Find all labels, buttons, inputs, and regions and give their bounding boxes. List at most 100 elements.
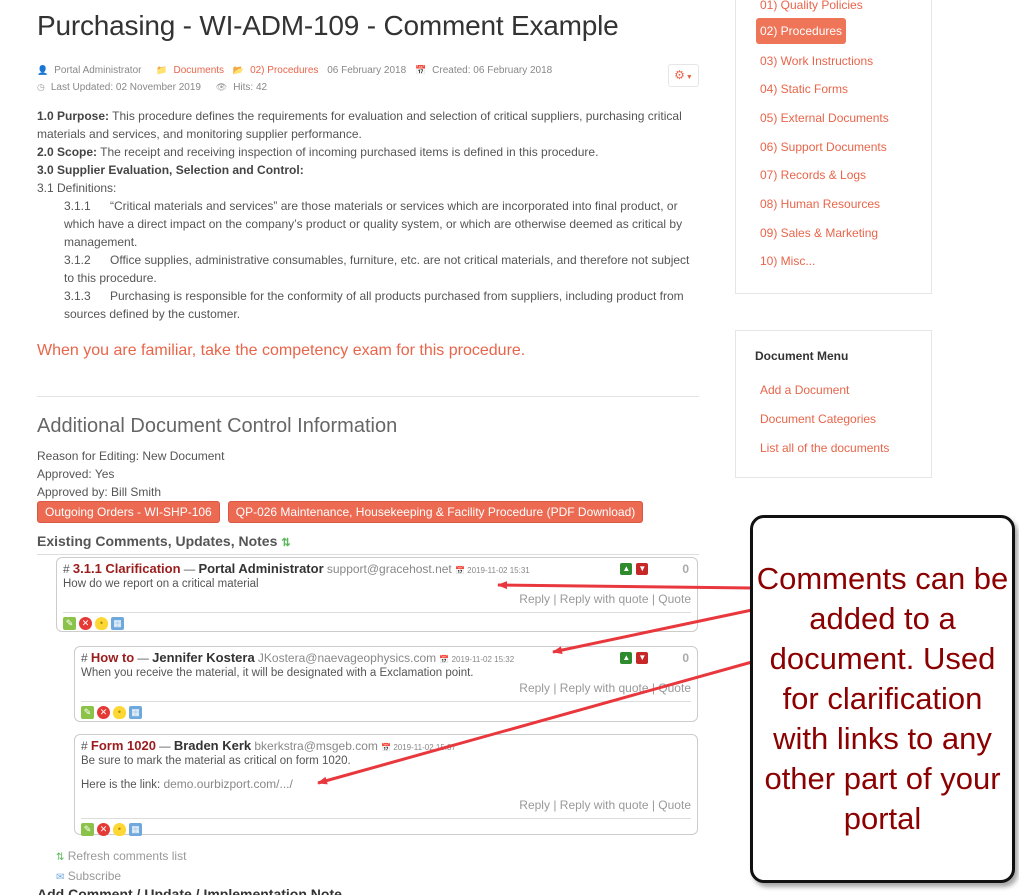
category-meta: 📁 Documents — [156, 65, 224, 76]
category-item[interactable]: 06) Support Documents — [756, 135, 891, 159]
portal-link[interactable]: demo.ourbizport.com/.../ — [163, 777, 292, 791]
refresh-icon[interactable]: ⇅ — [281, 537, 290, 549]
competency-exam-link[interactable]: When you are familiar, take the competen… — [37, 342, 699, 360]
vote-score: 0 — [682, 651, 689, 665]
comment-date: 📅 2019-11-02 15:37 — [381, 743, 456, 752]
comment-item: # Form 1020 — Braden Kerk bkerkstra@msge… — [74, 734, 698, 836]
lightbulb-icon[interactable]: • — [95, 617, 108, 630]
calendar-icon: 📅 — [439, 655, 450, 664]
definition-item: 3.1.2 Office supplies, administrative con… — [64, 253, 690, 285]
comment-tools: ✎ ✕ • ▦ — [81, 701, 691, 722]
comment-email[interactable]: JKostera@naevageophysics.com — [258, 651, 436, 665]
comment-title[interactable]: Form 1020 — [91, 738, 156, 753]
quote-link[interactable]: Quote — [658, 798, 691, 812]
network-icon[interactable]: ▦ — [129, 706, 142, 719]
comment-header: # How to — Jennifer Kostera JKostera@nae… — [81, 650, 515, 666]
category-item[interactable]: 10) Misc... — [756, 249, 819, 273]
category-item[interactable]: 03) Work Instructions — [756, 49, 877, 73]
related-doc-button[interactable]: Outgoing Orders - WI-SHP-106 — [37, 501, 220, 523]
comment-author: Portal Administrator — [198, 561, 324, 576]
related-doc-button[interactable]: QP-026 Maintenance, Housekeeping & Facil… — [227, 501, 644, 523]
thumbs-up-icon[interactable]: ▲ — [620, 563, 633, 575]
article-meta: 👤 Portal Administrator 📁 Documents 📂 02) Pr… — [37, 62, 699, 96]
reply-link[interactable]: Reply — [519, 681, 550, 695]
comment-text: How do we report on a critical material — [63, 578, 259, 590]
article-tools-button[interactable]: ⚙▼ — [668, 64, 699, 87]
reply-with-quote-link[interactable]: Reply with quote — [560, 592, 649, 606]
edit-icon[interactable]: ✎ — [81, 706, 94, 719]
comment-text: Be sure to mark the material as critical… — [81, 755, 351, 767]
vote-controls: ▲ ▼ 0 — [620, 651, 689, 665]
category-link[interactable]: Documents — [173, 65, 224, 76]
reply-with-quote-link[interactable]: Reply with quote — [560, 681, 649, 695]
annotation-callout: Comments can be added to a document. Use… — [750, 515, 1015, 883]
user-icon: 👤 — [37, 65, 49, 75]
gear-icon: ⚙ — [674, 68, 685, 82]
vote-controls: ▲ ▼ 0 — [620, 562, 689, 576]
definitions-heading: 3.1 Definitions: — [37, 181, 117, 195]
thumbs-down-icon[interactable]: ▼ — [636, 652, 649, 664]
thumbs-up-icon[interactable]: ▲ — [620, 652, 633, 664]
comment-tools: ✎ ✕ • ▦ — [63, 612, 691, 633]
list-documents-link[interactable]: List all of the documents — [760, 441, 889, 455]
quote-link[interactable]: Quote — [658, 592, 691, 606]
comment-date: 📅 2019-11-02 15:31 — [454, 566, 530, 575]
category-item[interactable]: 08) Human Resources — [756, 192, 884, 216]
definition-item: 3.1.3 Purchasing is responsible for the c… — [64, 289, 684, 321]
document-categories-link[interactable]: Document Categories — [760, 412, 876, 426]
related-documents: Outgoing Orders - WI-SHP-106 QP-026 Main… — [37, 501, 699, 523]
hits-meta: 👁 Hits: 42 — [215, 82, 268, 93]
network-icon[interactable]: ▦ — [111, 617, 124, 630]
lightbulb-icon[interactable]: • — [113, 706, 126, 719]
delete-icon[interactable]: ✕ — [97, 823, 110, 836]
created-meta: 📅 Created: 06 February 2018 — [414, 65, 553, 76]
comment-header: # Form 1020 — Braden Kerk bkerkstra@msge… — [81, 738, 456, 754]
edit-icon[interactable]: ✎ — [63, 617, 76, 630]
callout-text: Comments can be added to a document. Use… — [756, 561, 1009, 836]
comment-email[interactable]: support@gracehost.net — [327, 562, 452, 576]
document-menu-panel: Document Menu Add a Document Document Ca… — [735, 330, 932, 478]
comment-header: # 3.1.1 Clarification — Portal Administr… — [63, 561, 530, 577]
comment-tools: ✎ ✕ • ▦ — [81, 818, 691, 839]
comment-email[interactable]: bkerkstra@msgeb.com — [254, 739, 378, 753]
subcategory-link[interactable]: 02) Procedures — [250, 65, 318, 76]
category-item[interactable]: 01) Quality Policies — [756, 0, 867, 17]
category-item[interactable]: 05) External Documents — [756, 106, 893, 130]
comment-title[interactable]: 3.1.1 Clarification — [73, 561, 181, 576]
quote-link[interactable]: Quote — [658, 681, 691, 695]
lightbulb-icon[interactable]: • — [113, 823, 126, 836]
comment-text: When you receive the material, it will b… — [81, 667, 474, 679]
delete-icon[interactable]: ✕ — [97, 706, 110, 719]
author-meta: 👤 Portal Administrator — [37, 65, 142, 76]
refresh-comments-link[interactable]: Refresh comments list — [68, 849, 187, 863]
purpose-paragraph: 1.0 Purpose: This procedure defines the … — [37, 109, 682, 141]
thumbs-down-icon[interactable]: ▼ — [636, 563, 649, 575]
reply-link[interactable]: Reply — [519, 592, 550, 606]
comment-item: # How to — Jennifer Kostera JKostera@nae… — [74, 646, 698, 722]
document-menu-heading: Document Menu — [755, 349, 849, 363]
control-info: Reason for Editing: New Document Approve… — [37, 447, 699, 501]
subscribe-link[interactable]: Subscribe — [68, 869, 121, 883]
delete-icon[interactable]: ✕ — [79, 617, 92, 630]
network-icon[interactable]: ▦ — [129, 823, 142, 836]
category-item-active[interactable]: 02) Procedures — [756, 18, 847, 44]
page-title: Purchasing - WI-ADM-109 - Comment Exampl… — [37, 10, 619, 41]
eye-icon: 👁 — [215, 82, 228, 92]
reply-with-quote-link[interactable]: Reply with quote — [560, 798, 649, 812]
comment-title[interactable]: How to — [91, 650, 134, 665]
categories-panel: 01) Quality Policies 02) Procedures 03) … — [735, 0, 932, 294]
caret-down-icon: ▼ — [685, 74, 693, 81]
comments-heading: Existing Comments, Updates, Notes ⇅ — [37, 533, 699, 555]
reply-link[interactable]: Reply — [519, 798, 550, 812]
category-item[interactable]: 07) Records & Logs — [756, 163, 870, 187]
calendar-icon: 📅 — [454, 566, 465, 575]
edit-icon[interactable]: ✎ — [81, 823, 94, 836]
control-info-heading: Additional Document Control Information — [37, 415, 398, 437]
category-item[interactable]: 09) Sales & Marketing — [756, 221, 882, 245]
approved-status: Approved: Yes — [37, 467, 115, 481]
comment-date: 📅 2019-11-02 15:32 — [439, 655, 515, 664]
calendar-icon: 📅 — [414, 65, 427, 75]
add-document-link[interactable]: Add a Document — [760, 383, 849, 397]
category-item[interactable]: 04) Static Forms — [756, 77, 852, 101]
comment-actions: Reply | Reply with quote | Quote — [519, 592, 691, 606]
